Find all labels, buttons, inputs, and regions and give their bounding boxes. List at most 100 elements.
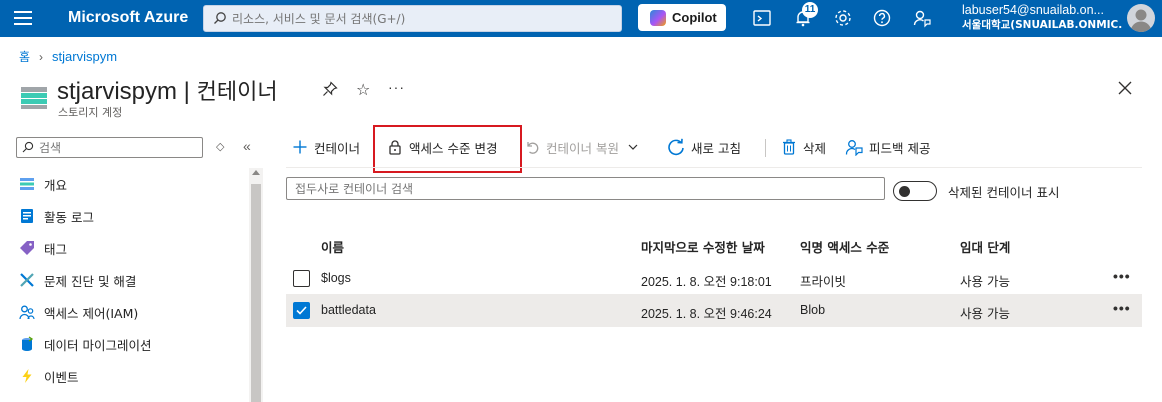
table-row[interactable]: battledata 2025. 1. 8. 오전 9:46:24 Blob 사… <box>286 295 1142 327</box>
brand-title[interactable]: Microsoft Azure <box>68 9 188 27</box>
sidebar-item-label: 데이터 마이그레이션 <box>44 337 152 353</box>
storage-account-icon <box>21 87 47 109</box>
activity-log-icon <box>21 209 33 223</box>
top-bar: Microsoft Azure Copilot 11 labuser54@snu… <box>0 0 1162 37</box>
give-feedback-button[interactable]: 피드백 제공 <box>845 126 930 168</box>
help-icon[interactable] <box>872 8 892 28</box>
container-name-link[interactable]: battledata <box>321 303 376 317</box>
sidebar-item-diagnose[interactable]: 문제 진단 및 해결 <box>0 264 248 296</box>
refresh-label: 새로 고침 <box>691 140 741 156</box>
breadcrumb: 홈 › stjarvispym <box>19 48 117 65</box>
hamburger-menu-icon[interactable] <box>14 11 32 25</box>
add-container-label: 컨테이너 <box>314 140 361 156</box>
change-access-level-button[interactable]: 액세스 수준 변경 <box>387 126 497 168</box>
user-account[interactable]: labuser54@snuailab.on... 서울대학교(SNUAILAB.… <box>962 3 1122 33</box>
global-search[interactable] <box>203 5 622 32</box>
favorite-star-icon[interactable]: ☆ <box>356 80 370 100</box>
sidebar-item-iam[interactable]: 액세스 제어(IAM) <box>0 296 248 328</box>
access-level-cell: Blob <box>800 303 826 317</box>
plus-icon <box>293 140 307 154</box>
toolbar-bottom-divider <box>286 167 1142 168</box>
diagnose-icon <box>20 273 34 287</box>
iam-icon <box>19 305 35 320</box>
undo-icon <box>527 142 539 154</box>
last-modified-cell: 2025. 1. 8. 오전 9:46:24 <box>641 307 772 321</box>
sidebar-item-tags[interactable]: 태그 <box>0 232 248 264</box>
add-container-button[interactable]: 컨테이너 <box>292 126 360 168</box>
sidebar-item-activity-log[interactable]: 활동 로그 <box>0 200 248 232</box>
refresh-icon <box>668 138 684 156</box>
refresh-button[interactable]: 새로 고침 <box>667 126 741 168</box>
search-icon <box>214 12 226 24</box>
container-prefix-search-input[interactable] <box>287 178 884 199</box>
row-checkbox[interactable] <box>293 302 310 319</box>
sidebar-item-label: 개요 <box>44 177 68 193</box>
delete-button[interactable]: 삭제 <box>781 126 826 168</box>
sidebar-item-overview[interactable]: 개요 <box>0 168 248 200</box>
give-feedback-label: 피드백 제공 <box>869 140 931 156</box>
page-title-section: 컨테이너 <box>196 80 278 105</box>
feedback-person-icon[interactable] <box>912 8 932 28</box>
show-deleted-containers-toggle[interactable] <box>893 181 937 201</box>
pin-icon[interactable] <box>322 81 338 97</box>
column-header-last-modified[interactable]: 마지막으로 수정한 날짜 <box>641 237 765 256</box>
chevron-down-icon[interactable] <box>627 141 639 153</box>
copilot-icon <box>650 9 666 26</box>
container-name-link[interactable]: $logs <box>321 271 351 285</box>
avatar[interactable] <box>1127 4 1155 32</box>
more-actions-icon[interactable]: ··· <box>388 79 405 95</box>
lease-state-cell: 사용 가능 <box>960 306 1010 321</box>
chevron-right-icon: › <box>39 49 44 64</box>
nav-collapse-icon[interactable]: « <box>243 138 251 154</box>
feedback-icon <box>845 140 863 156</box>
column-header-anonymous-access[interactable]: 익명 액세스 수준 <box>800 237 889 256</box>
nav-search[interactable] <box>16 137 203 158</box>
user-email: labuser54@snuailab.on... <box>962 3 1104 17</box>
nav-sort-icon[interactable]: ◇ <box>216 140 224 153</box>
table-row[interactable]: $logs 2025. 1. 8. 오전 9:18:01 프라이빗 사용 가능 … <box>286 263 1142 295</box>
lease-state-cell: 사용 가능 <box>960 274 1010 289</box>
toolbar-divider <box>765 139 766 157</box>
search-icon <box>22 141 34 153</box>
page-title: stjarvispym | 컨테이너 <box>57 74 278 106</box>
column-header-lease-state[interactable]: 임대 단계 <box>960 237 1010 256</box>
cloud-shell-icon[interactable] <box>752 8 772 28</box>
nav-scrollbar-thumb[interactable] <box>251 184 261 402</box>
close-icon[interactable] <box>1118 81 1132 95</box>
sidebar-item-label: 문제 진단 및 해결 <box>44 273 137 289</box>
sidebar-item-label: 활동 로그 <box>44 209 94 225</box>
sidebar-nav: 개요 활동 로그 태그 문제 진단 및 해결 액세스 제어(IAM) 데이터 마… <box>0 168 248 392</box>
avatar-person-icon <box>1130 9 1152 32</box>
row-more-actions-icon[interactable]: ••• <box>1113 268 1131 284</box>
access-level-cell: 프라이빗 <box>800 274 847 289</box>
notification-count-badge: 11 <box>802 2 818 18</box>
sidebar-item-data-migration[interactable]: 데이터 마이그레이션 <box>0 328 248 360</box>
row-more-actions-icon[interactable]: ••• <box>1113 300 1131 316</box>
breadcrumb-resource-link[interactable]: stjarvispym <box>52 49 117 64</box>
breadcrumb-home-link[interactable]: 홈 <box>19 48 30 65</box>
change-access-level-label: 액세스 수준 변경 <box>409 140 498 156</box>
show-deleted-containers-label: 삭제된 컨테이너 표시 <box>948 185 1060 200</box>
tag-icon <box>20 241 34 255</box>
container-prefix-search[interactable] <box>286 177 885 200</box>
global-search-input[interactable] <box>232 9 612 28</box>
row-checkbox[interactable] <box>293 270 310 287</box>
sidebar-item-label: 이벤트 <box>44 369 79 385</box>
sidebar-item-label: 태그 <box>44 241 68 257</box>
scroll-up-arrow-icon[interactable] <box>252 170 260 175</box>
checkmark-icon <box>296 306 307 315</box>
events-icon <box>22 369 32 383</box>
sidebar-item-events[interactable]: 이벤트 <box>0 360 248 392</box>
user-tenant: 서울대학교(SNUAILAB.ONMIC... <box>962 19 1122 31</box>
settings-gear-icon[interactable] <box>833 8 853 28</box>
column-header-name[interactable]: 이름 <box>321 237 344 256</box>
copilot-button[interactable]: Copilot <box>638 4 726 31</box>
nav-search-input[interactable] <box>39 139 199 156</box>
data-migration-icon <box>22 336 34 351</box>
last-modified-cell: 2025. 1. 8. 오전 9:18:01 <box>641 275 772 289</box>
page-title-resource: stjarvispym <box>57 78 178 105</box>
restore-container-button[interactable]: 컨테이너 복원 <box>524 126 639 168</box>
restore-container-label: 컨테이너 복원 <box>546 140 619 156</box>
overview-icon <box>20 178 34 190</box>
toggle-knob <box>899 186 910 197</box>
